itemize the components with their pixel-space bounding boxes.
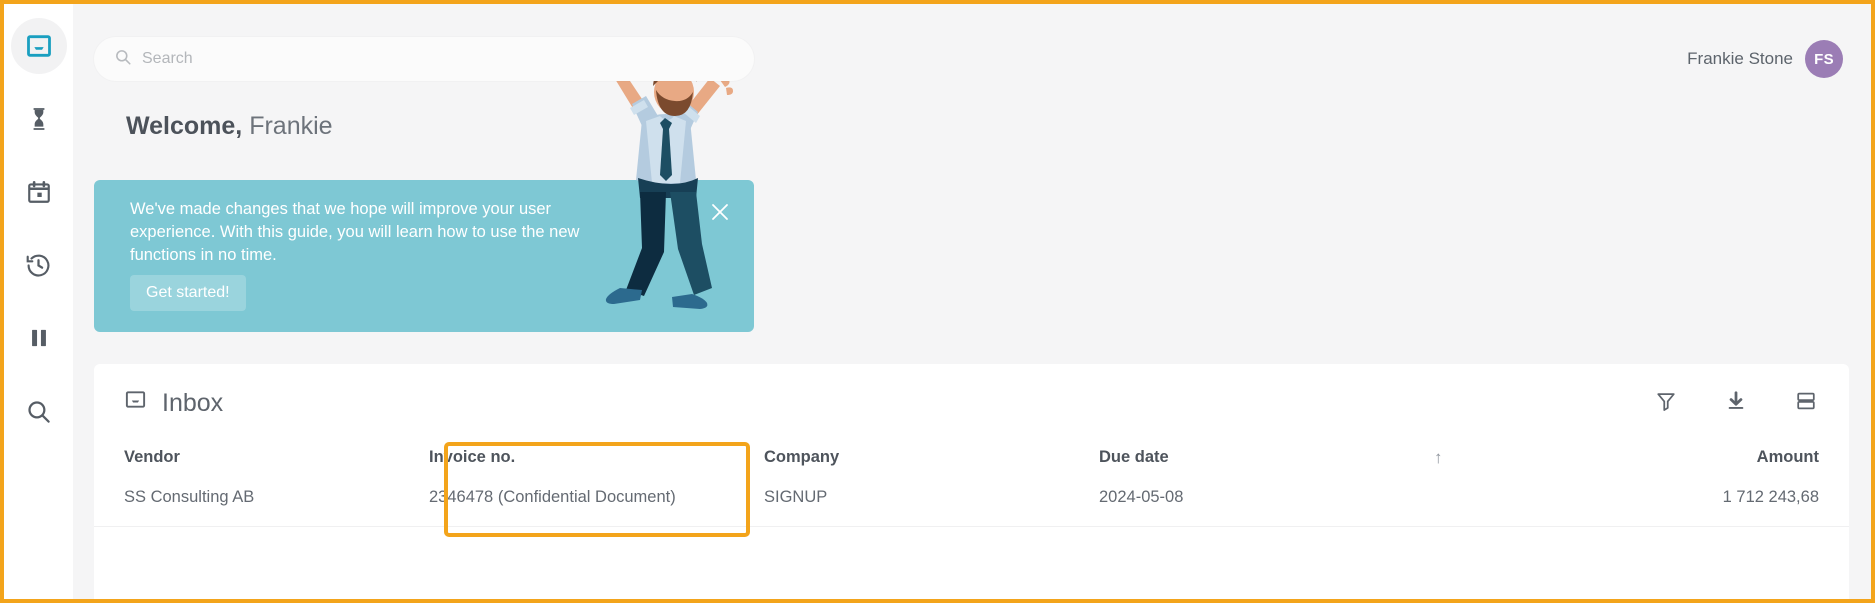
search-icon [25,398,52,425]
inbox-title: Inbox [124,388,223,418]
sidebar-item-calendar[interactable] [11,164,67,220]
column-header-company[interactable]: Company [764,442,1099,468]
inbox-title-label: Inbox [162,388,224,417]
cell-company: SIGNUP [764,468,1099,527]
calendar-icon [26,179,52,205]
pause-icon [26,325,52,351]
column-header-vendor[interactable]: Vendor [94,442,429,468]
sidebar [4,4,73,599]
sort-ascending-icon[interactable]: ↑ [1434,448,1443,468]
column-header-amount[interactable]: Amount [1629,442,1849,468]
column-header-sort[interactable]: ↑ [1434,442,1629,468]
inbox-toolbar [1655,390,1817,417]
cell-due-date: 2024-05-08 [1099,468,1434,527]
page-title: Welcome, Frankie [126,112,333,141]
user-name: Frankie Stone [1687,49,1793,68]
banner-text: We've made changes that we hope will imp… [130,200,580,264]
cell-spacer [1434,468,1629,527]
column-header-invoice-no[interactable]: Invoice no. [429,442,764,468]
download-icon[interactable] [1725,390,1747,417]
table-row[interactable]: SS Consulting AB 2346478 (Confidential D… [94,468,1849,527]
inbox-icon [25,32,53,60]
inbox-header: Inbox [94,364,1849,442]
get-started-button[interactable]: Get started! [130,275,246,311]
inbox-icon [124,388,147,418]
welcome-greeting: Welcome, [126,112,243,140]
sidebar-item-paused[interactable] [11,310,67,366]
inbox-card: Inbox Vendor Invoice no. Company Due dat… [94,364,1849,599]
search-bar[interactable] [94,37,754,81]
hourglass-icon [26,106,52,132]
search-input[interactable] [142,50,734,68]
sidebar-item-inbox[interactable] [10,18,67,74]
table-header: Vendor Invoice no. Company Due date ↑ Am… [94,442,1849,468]
sidebar-item-search[interactable] [11,383,67,439]
sidebar-item-history[interactable] [11,237,67,293]
welcome-name: Frankie [249,112,333,140]
avatar[interactable]: FS [1805,40,1843,78]
app-viewport: Frankie Stone FS Welcome, Frankie We've … [0,0,1875,603]
sidebar-item-pending[interactable] [11,91,67,147]
history-icon [25,252,52,279]
search-icon [114,48,142,71]
cell-invoice-no: 2346478 (Confidential Document) [429,468,764,527]
cell-vendor: SS Consulting AB [94,468,429,527]
announcement-banner: We've made changes that we hope will imp… [94,180,754,332]
table-body: SS Consulting AB 2346478 (Confidential D… [94,468,1849,527]
filter-icon[interactable] [1655,390,1677,417]
cell-amount: 1 712 243,68 [1629,468,1849,527]
layout-icon[interactable] [1795,390,1817,417]
user-menu[interactable]: Frankie Stone FS [1687,40,1843,78]
close-icon[interactable] [708,200,732,224]
inbox-table: Vendor Invoice no. Company Due date ↑ Am… [94,442,1849,527]
column-header-due-date[interactable]: Due date [1099,442,1434,468]
